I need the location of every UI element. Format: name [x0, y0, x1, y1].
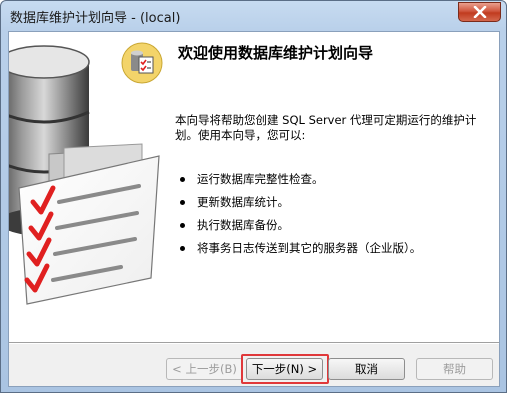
window-title: 数据库维护计划向导 - (local) [10, 11, 181, 26]
close-icon [473, 6, 486, 18]
wizard-content: 欢迎使用数据库维护计划向导 本向导将帮助您创建 SQL Server 代理可定期… [121, 32, 499, 342]
feature-list: 运行数据库完整性检查。 更新数据库统计。 执行数据库备份。 将事务日志传送到其它… [175, 172, 421, 264]
wizard-heading: 欢迎使用数据库维护计划向导 [178, 44, 374, 62]
database-checklist-icon [121, 42, 163, 84]
list-item: 执行数据库备份。 [175, 218, 421, 241]
list-item: 将事务日志传送到其它的服务器（企业版）。 [175, 241, 421, 264]
wizard-window: 数据库维护计划向导 - (local) 欢迎使用数据库维护计划向导 本向导将帮助… [0, 0, 507, 393]
list-item-text: 更新数据库统计。 [197, 195, 289, 209]
title-bar[interactable]: 数据库维护计划向导 - (local) [1, 1, 506, 31]
button-separator [9, 342, 499, 344]
wizard-intro: 本向导将帮助您创建 SQL Server 代理可定期运行的维护计划。使用本向导，… [175, 113, 477, 142]
bullet-icon [180, 200, 185, 205]
list-item-text: 运行数据库完整性检查。 [197, 172, 324, 186]
list-item: 更新数据库统计。 [175, 195, 421, 218]
bullet-icon [180, 223, 185, 228]
wizard-client-area: 欢迎使用数据库维护计划向导 本向导将帮助您创建 SQL Server 代理可定期… [8, 31, 500, 387]
bullet-icon [180, 177, 185, 182]
list-item-text: 将事务日志传送到其它的服务器（企业版）。 [197, 241, 422, 255]
close-button[interactable] [458, 2, 501, 22]
back-button[interactable]: < 上一步(B) [166, 358, 243, 380]
bullet-icon [180, 246, 185, 251]
help-button[interactable]: 帮助 [416, 358, 493, 380]
list-item-text: 执行数据库备份。 [197, 218, 289, 232]
cancel-button[interactable]: 取消 [328, 358, 405, 380]
list-item: 运行数据库完整性检查。 [175, 172, 421, 195]
next-button[interactable]: 下一步(N) > [246, 358, 323, 380]
